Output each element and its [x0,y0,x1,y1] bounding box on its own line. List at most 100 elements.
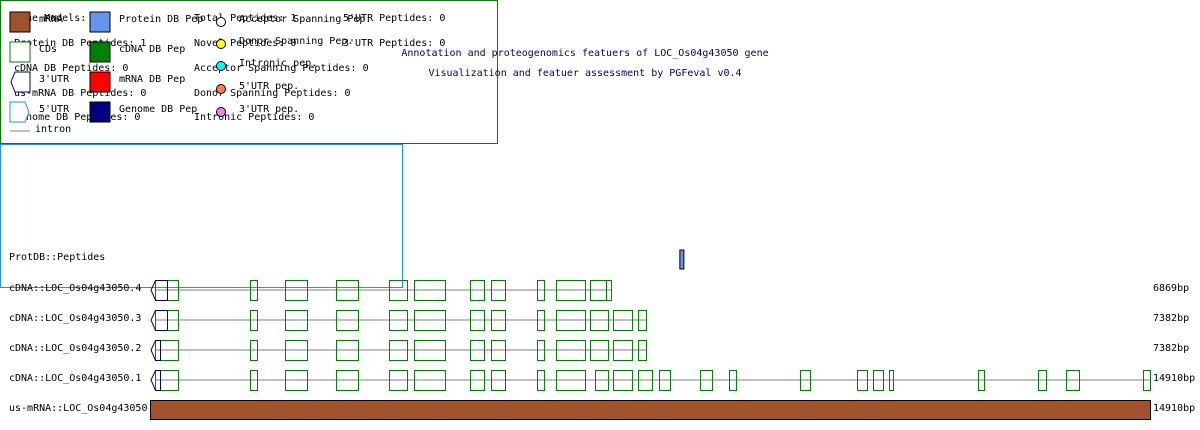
exon-box [595,370,610,391]
exon-box [1143,370,1151,391]
cds-swatch [9,41,31,63]
track-label: cDNA::LOC_Os04g43050.2 [9,343,142,354]
track-length: 7382bp [1153,313,1190,324]
utr5pep-swatch [216,84,226,94]
cdnadb-swatch [89,41,111,63]
exon-box [589,280,608,301]
exon-box [555,280,587,301]
exon-box [413,310,446,331]
utr5-swatch [9,101,30,123]
utr3-shape [150,310,168,331]
mrna-track-label: us-mRNA::LOC_Os04g43050 [9,403,148,414]
exon-box [637,370,654,391]
exon-box [873,370,884,391]
track-length: 7382bp [1153,343,1190,354]
exon-box [637,310,647,331]
mrna-swatch [9,11,31,33]
exon-box [490,310,506,331]
exon-box [555,340,587,361]
exon-box [536,310,546,331]
exon-box [285,310,309,331]
legend-box: mRNA CDs 3'UTR 5'UTR intron Protein DB P… [0,11,403,288]
exon-box [800,370,812,391]
utr3-swatch [10,71,31,93]
exon-box [413,370,446,391]
mrnadb-swatch [89,71,111,93]
legend-intronic: Intronic pep. [239,58,318,69]
exon-box [250,340,258,361]
legend-3utr-pep: 3'UTR pep. [239,104,300,115]
exon-box [413,340,446,361]
genomedb-swatch [89,101,111,123]
legend-3utr: 3'UTR [39,74,70,85]
legend-mrna: mRNA [39,14,64,25]
exon-box [285,340,309,361]
exon-box [335,340,359,361]
exon-box [335,310,359,331]
exon-box [335,370,359,391]
exon-box [536,280,546,301]
track-label: cDNA::LOC_Os04g43050.3 [9,313,142,324]
intronic-swatch [216,61,226,71]
acceptor-swatch [216,17,226,27]
mrna-bar [150,400,1151,420]
exon-box [250,370,258,391]
mrna-track-length: 14910bp [1153,403,1196,414]
exon-box [612,340,634,361]
legend-protdb: Protein DB Pep [119,14,204,25]
protdb-swatch [89,11,111,33]
legend-genomedb: Genome DB Pep [119,104,198,115]
exon-box [889,370,894,391]
exon-box [606,280,612,301]
exon-box [155,310,179,331]
track-label: cDNA::LOC_Os04g43050.1 [9,373,142,384]
exon-box [536,340,546,361]
exon-box [285,370,309,391]
donor-swatch [216,39,226,49]
utr3pep-swatch [216,107,226,117]
legend-cds: CDs [39,44,58,55]
exon-box [490,280,506,301]
legend-acceptor: Acceptor Spanning Pep. [239,14,372,25]
exon-box [612,310,634,331]
legend-donor: Donor Spanning Pep. [239,36,354,47]
exon-box [1037,370,1048,391]
exon-box [469,310,486,331]
exon-box [589,340,610,361]
exon-box [413,280,446,301]
exon-box [589,310,610,331]
exon-box [250,310,258,331]
exon-box [155,370,179,391]
exon-box [612,370,634,391]
peptide-mark [679,249,685,270]
exon-box [490,370,506,391]
legend-5utr-pep: 5'UTR pep. [239,81,300,92]
legend-mrnadb: mRNA DB Pep [119,74,186,85]
exon-box [388,370,409,391]
utr3-shape [150,340,161,361]
exon-box [1065,370,1080,391]
exon-box [469,280,486,301]
exon-box [490,340,506,361]
exon-box [469,340,486,361]
exon-box [388,310,409,331]
exon-box [388,340,409,361]
exon-box [856,370,868,391]
exon-box [469,370,486,391]
legend-cdnadb: cDNA DB Pep [119,44,186,55]
exon-box [729,370,737,391]
track-length: 6869bp [1153,283,1190,294]
exon-box [536,370,546,391]
exon-box [700,370,713,391]
peptide-track-label: ProtDB::Peptides [9,252,106,263]
track-length: 14910bp [1153,373,1196,384]
exon-box [555,370,587,391]
exon-box [977,370,986,391]
exon-box [658,370,671,391]
exon-box [637,340,647,361]
legend-5utr: 5'UTR [39,104,70,115]
exon-box [555,310,587,331]
track-label: cDNA::LOC_Os04g43050.4 [9,283,142,294]
utr3-shape [150,370,161,391]
exon-box [155,340,179,361]
